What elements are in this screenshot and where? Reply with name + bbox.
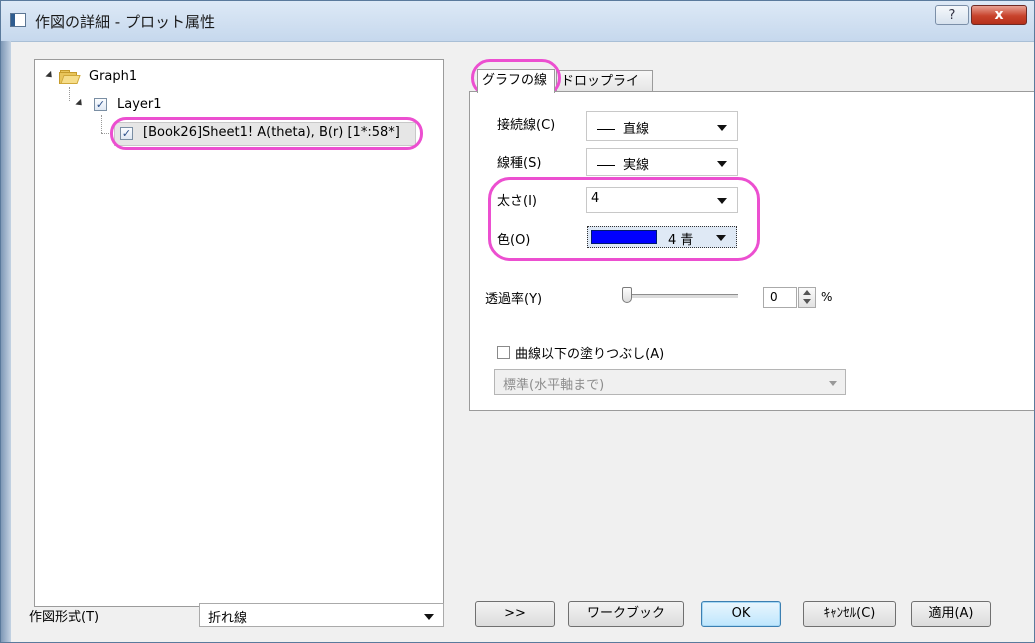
- folder-icon: [59, 70, 81, 84]
- apply-button[interactable]: 適用(A): [911, 601, 991, 627]
- transparency-unit: %: [821, 290, 833, 304]
- cancel-button[interactable]: ｷｬﾝｾﾙ(C): [803, 601, 896, 627]
- line-tab-panel: [469, 91, 1034, 411]
- plot-type-value: 折れ線: [208, 611, 248, 626]
- width-dropdown[interactable]: 4: [586, 187, 738, 213]
- fill-mode-dropdown: 標準(水平軸まで): [494, 369, 846, 395]
- chevron-down-icon: [717, 161, 727, 167]
- tree-item-plot[interactable]: [Book26]Sheet1! A(theta), B(r) [1*:58*]: [143, 123, 400, 143]
- expand-button[interactable]: >>: [475, 601, 555, 627]
- connect-dropdown[interactable]: 直線: [586, 111, 738, 141]
- tab-line[interactable]: グラフの線: [477, 69, 555, 93]
- plot-type-label: 作図形式(T): [29, 610, 100, 625]
- chevron-down-icon: [716, 235, 726, 241]
- width-value: 4: [591, 191, 600, 206]
- spin-down-icon[interactable]: [803, 299, 811, 304]
- spin-up-icon[interactable]: [803, 290, 811, 295]
- layer-checkbox[interactable]: ✓: [94, 98, 107, 111]
- line-style-value: 実線: [623, 158, 650, 173]
- transparency-label: 透過率(Y): [485, 292, 543, 307]
- width-label: 太さ(I): [497, 194, 537, 209]
- fill-under-curve-checkbox[interactable]: [497, 346, 510, 359]
- color-value: 4 青: [668, 233, 694, 248]
- transparency-input[interactable]: 0: [763, 287, 797, 308]
- transparency-spinner[interactable]: [798, 287, 816, 308]
- window-title: 作図の詳細 - プロット属性: [35, 13, 215, 31]
- tab-dropline[interactable]: ドロップライン: [556, 70, 653, 111]
- transparency-slider-track[interactable]: [626, 294, 738, 299]
- window-edge: [1, 41, 11, 642]
- color-label: 色(O): [497, 233, 531, 248]
- connect-label: 接続線(C): [497, 118, 556, 133]
- title-bar[interactable]: 作図の詳細 - プロット属性 ? x: [1, 1, 1034, 42]
- color-dropdown[interactable]: 4 青: [587, 226, 737, 248]
- plot-details-dialog: 作図の詳細 - プロット属性 ? x Graph1 ✓ Layer1 ✓ [Bo…: [0, 0, 1035, 643]
- ok-button[interactable]: OK: [701, 601, 781, 627]
- fill-under-curve-label: 曲線以下の塗りつぶし(A): [515, 347, 665, 362]
- fill-mode-value: 標準(水平軸まで): [503, 378, 605, 393]
- connect-value: 直線: [623, 122, 650, 137]
- workbook-button[interactable]: ワークブック: [568, 601, 684, 627]
- line-style-dropdown[interactable]: 実線: [586, 148, 738, 176]
- plot-type-dropdown[interactable]: 折れ線: [199, 603, 444, 627]
- chevron-down-icon: [717, 125, 727, 131]
- chevron-down-icon: [424, 614, 434, 620]
- window-icon: [10, 13, 26, 27]
- plot-checkbox[interactable]: ✓: [120, 127, 133, 140]
- transparency-slider-thumb[interactable]: [622, 287, 632, 303]
- help-button[interactable]: ?: [935, 5, 969, 25]
- color-swatch: [591, 230, 657, 244]
- tree-item-layer[interactable]: Layer1: [117, 95, 162, 115]
- close-button[interactable]: x: [971, 5, 1027, 25]
- tree-item-graph[interactable]: Graph1: [89, 67, 137, 87]
- chevron-down-icon: [717, 198, 727, 204]
- line-style-label: 線種(S): [497, 156, 542, 171]
- chevron-down-icon: [829, 381, 837, 386]
